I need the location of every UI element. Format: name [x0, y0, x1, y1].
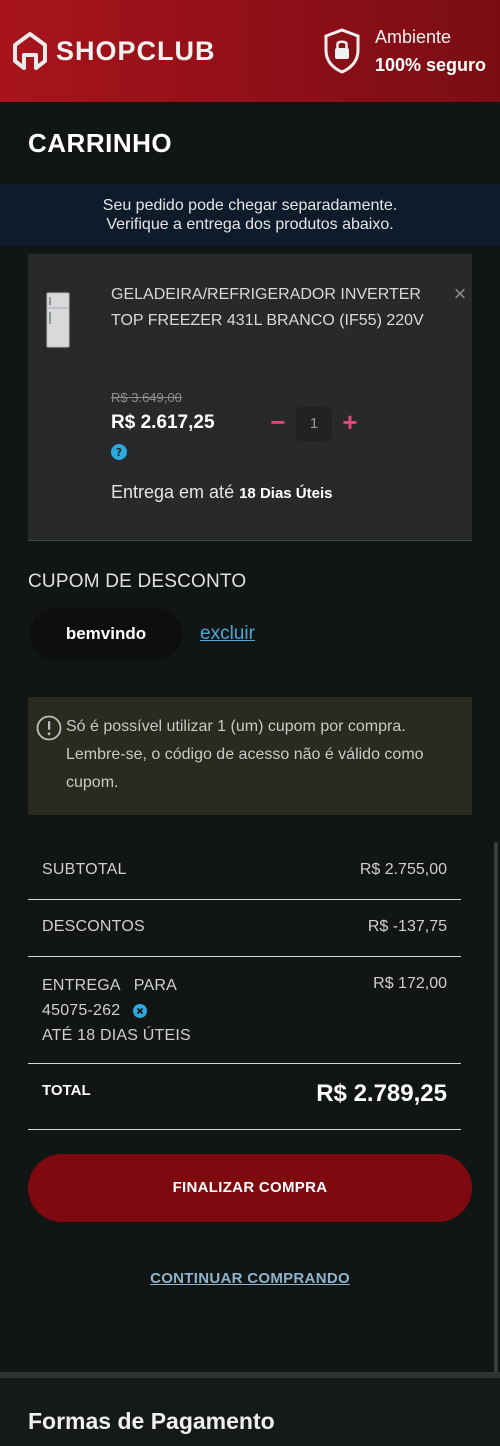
product-thumbnail[interactable]: [46, 292, 72, 350]
delivery-prefix: Entrega em até: [111, 482, 235, 502]
discount-row: DESCONTOS R$ -137,75: [28, 900, 461, 957]
quantity-increase-button[interactable]: +: [338, 409, 362, 436]
secure-line1: Ambiente: [374, 27, 451, 47]
shipping-cep: 45075-262: [42, 1002, 121, 1019]
shipping-cep-line: 45075-262: [42, 998, 191, 1023]
payment-section: Formas de Pagamento: [0, 1372, 500, 1446]
coupon-title: CUPOM DE DESCONTO: [28, 571, 247, 592]
logo[interactable]: SHOPCLUB: [12, 31, 216, 71]
current-price: R$ 2.617,25: [111, 412, 215, 433]
header: SHOPCLUB Ambiente 100% seguro: [0, 0, 500, 102]
payment-title: Formas de Pagamento: [28, 1408, 275, 1434]
svg-text:?: ?: [116, 446, 122, 459]
remove-coupon-link[interactable]: excluir: [200, 623, 255, 645]
remove-item-button[interactable]: ×: [448, 282, 472, 306]
delivery-notice: Seu pedido pode chegar separadamente. Ve…: [0, 184, 500, 246]
delivery-days: 18 Dias Úteis: [239, 485, 333, 502]
help-circle-icon[interactable]: ?: [111, 444, 127, 460]
subtotal-label: SUBTOTAL: [42, 861, 127, 878]
old-price: R$ 3.649,00: [111, 390, 182, 405]
close-circle-icon[interactable]: [132, 1003, 147, 1018]
cart-item: GELADEIRA/REFRIGERADOR INVERTER TOP FREE…: [28, 254, 472, 540]
divider: [28, 540, 472, 541]
shipping-value: R$ 172,00: [373, 975, 447, 992]
shipping-row: ENTREGA PARA 45075-262 ATÉ 18 DIAS ÚTEIS…: [28, 957, 461, 1064]
discount-label: DESCONTOS: [42, 918, 145, 935]
page-title: CARRINHO: [28, 128, 173, 158]
total-value: R$ 2.789,25: [316, 1080, 447, 1107]
applied-coupon: bemvindo: [30, 608, 182, 660]
continue-shopping-link[interactable]: CONTINUAR COMPRANDO: [0, 1270, 500, 1287]
secure-badge: Ambiente 100% seguro: [323, 23, 486, 79]
quantity-input[interactable]: 1: [296, 406, 332, 442]
delivery-estimate: Entrega em até 18 Dias Úteis: [111, 482, 332, 503]
shield-lock-icon: [324, 28, 360, 74]
subtotal-value: R$ 2.755,00: [359, 861, 447, 878]
shipping-line3: ATÉ 18 DIAS ÚTEIS: [42, 1027, 191, 1044]
shopclub-logo-icon: [13, 32, 47, 70]
secure-line2: 100% seguro: [374, 55, 486, 75]
shipping-label: ENTREGA PARA 45075-262 ATÉ 18 DIAS ÚTEIS: [42, 973, 191, 1048]
total-label: TOTAL: [42, 1082, 91, 1099]
checkout-button[interactable]: FINALIZAR COMPRA: [28, 1154, 472, 1222]
scrollbar[interactable]: [494, 842, 498, 1372]
warning-text: Só é possível utilizar 1 (um) cupom por …: [66, 718, 424, 791]
brand-name: SHOPCLUB: [56, 35, 216, 66]
secure-text: Ambiente 100% seguro: [375, 23, 486, 79]
shipping-line1: ENTREGA PARA: [42, 977, 177, 994]
product-name[interactable]: GELADEIRA/REFRIGERADOR INVERTER TOP FREE…: [111, 282, 451, 334]
quantity-decrease-button[interactable]: −: [266, 409, 290, 436]
coupon-warning: Só é possível utilizar 1 (um) cupom por …: [28, 697, 472, 815]
subtotal-row: SUBTOTAL R$ 2.755,00: [28, 842, 461, 900]
exclamation-circle-icon: [36, 715, 62, 741]
notice-line2: Verifique a entrega dos produtos abaixo.: [106, 216, 394, 233]
total-row: TOTAL R$ 2.789,25: [28, 1064, 461, 1130]
discount-value: R$ -137,75: [367, 918, 447, 935]
notice-line1: Seu pedido pode chegar separadamente.: [102, 197, 398, 214]
